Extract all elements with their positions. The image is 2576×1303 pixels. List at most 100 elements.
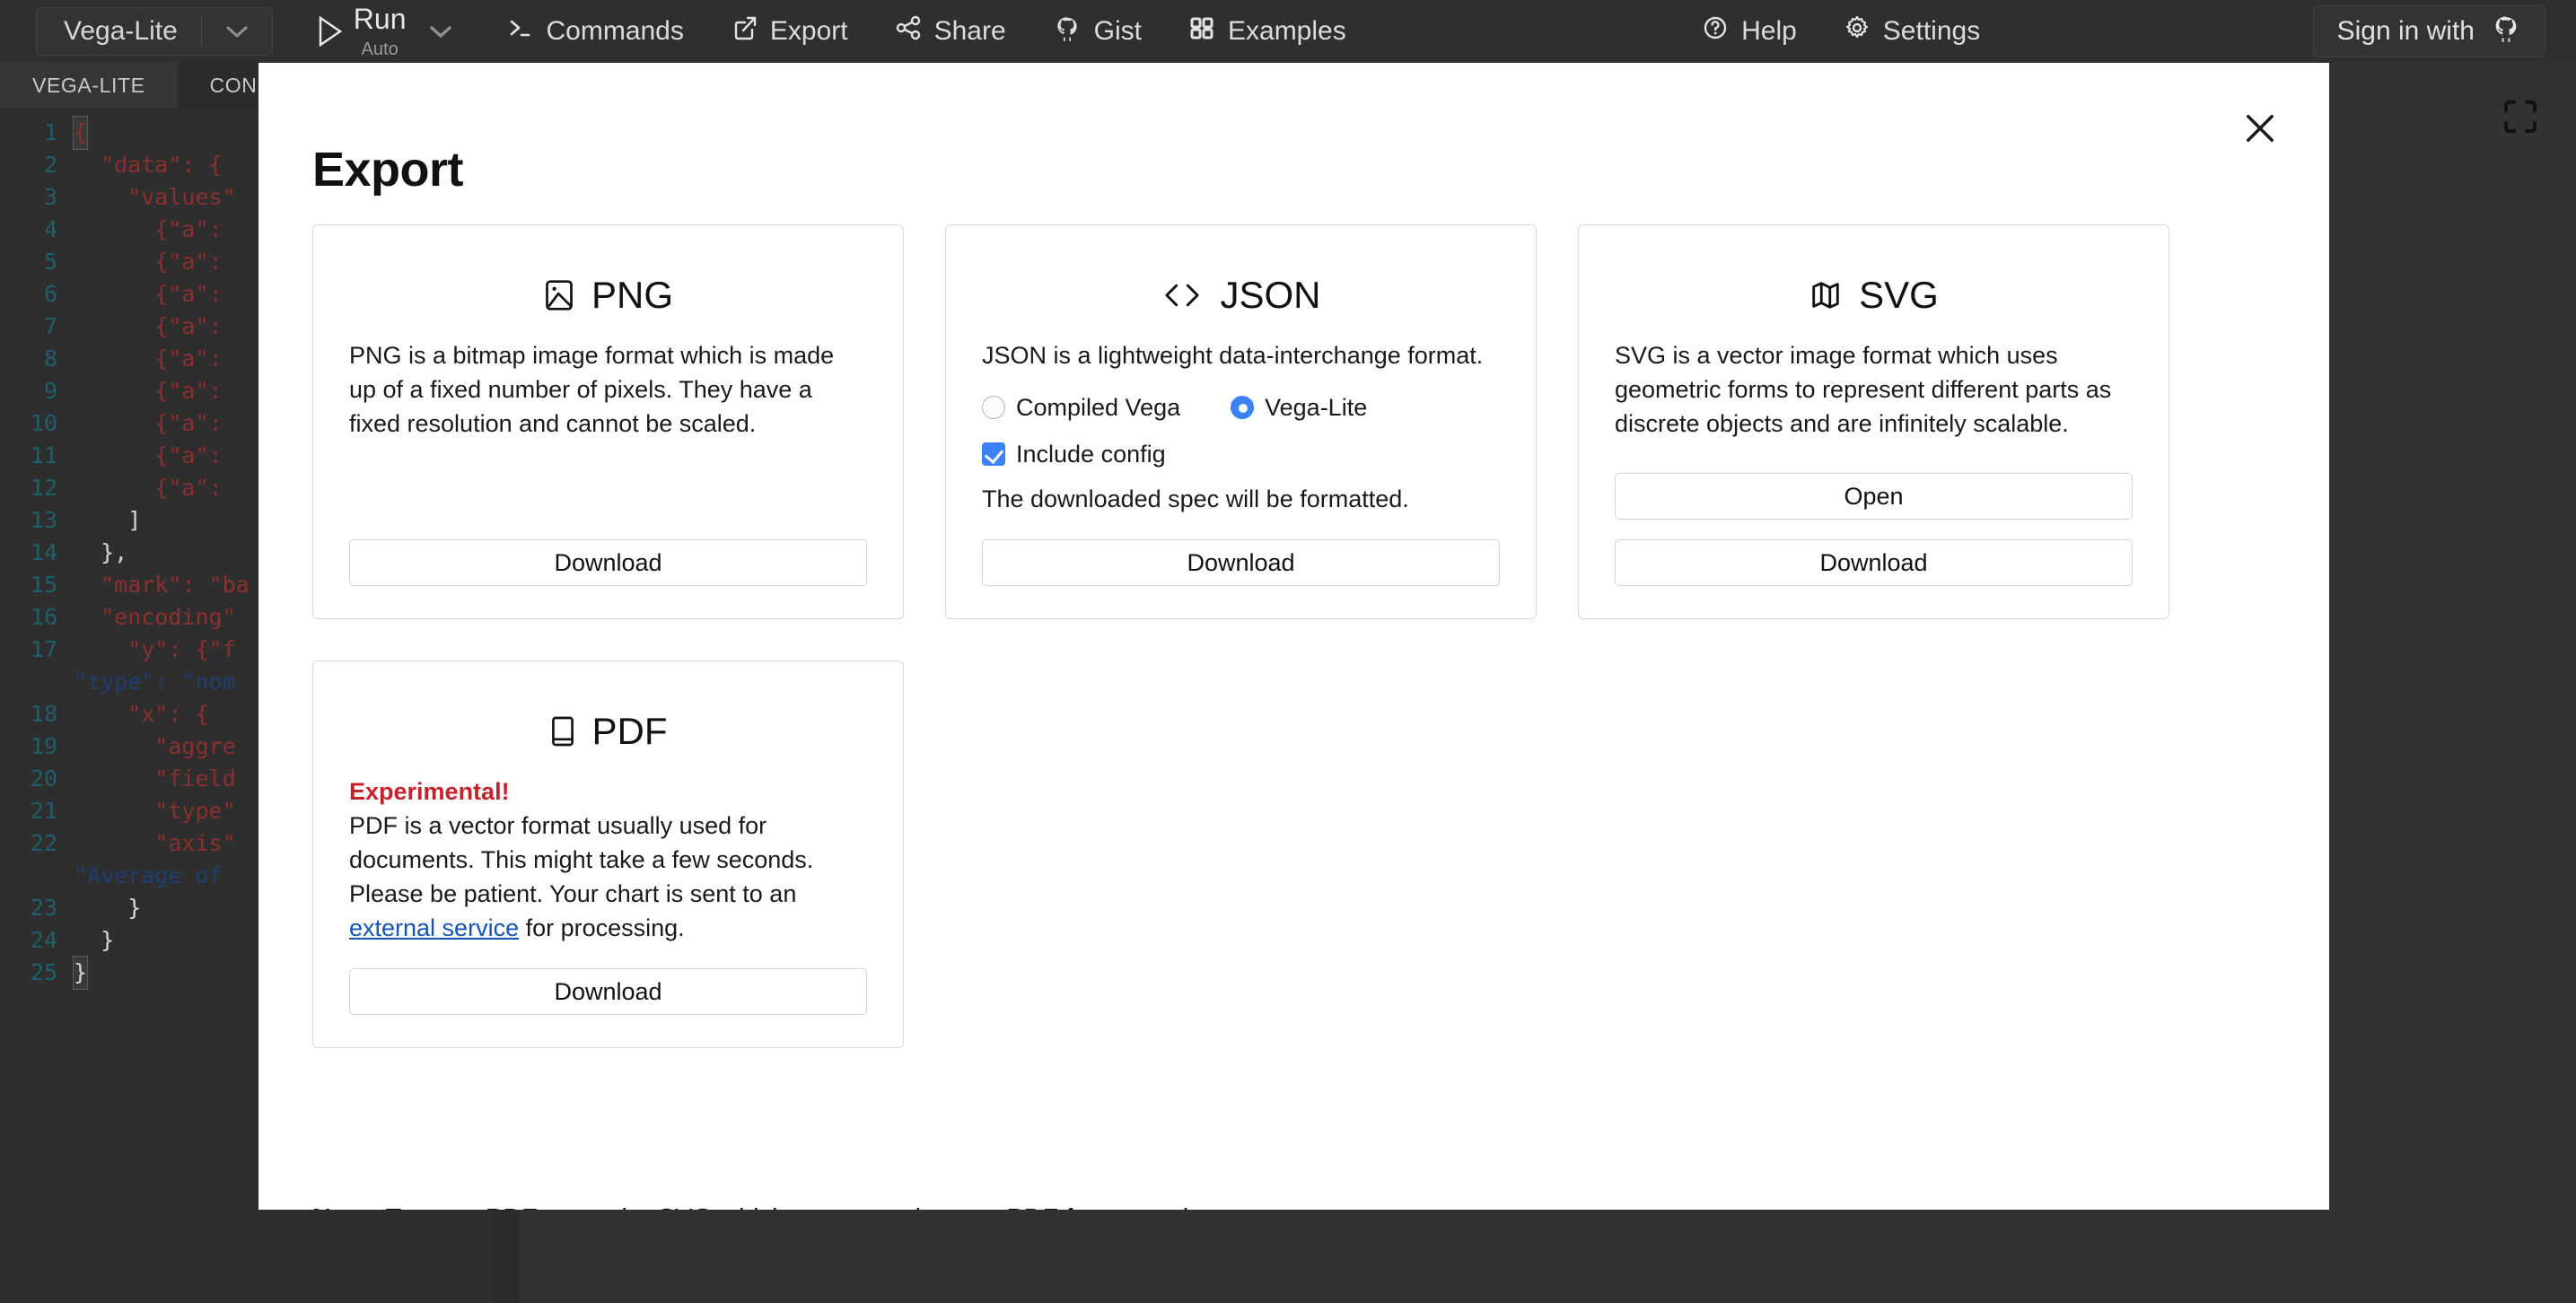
- share-button[interactable]: Share: [872, 0, 1030, 63]
- note-label: Note:: [312, 1204, 379, 1210]
- export-card-json: JSON JSON is a lightweight data-intercha…: [945, 224, 1537, 619]
- checkbox-include-config[interactable]: Include config: [982, 437, 1500, 471]
- line-text: "axis": [74, 830, 236, 856]
- grid-squares-icon: [1188, 14, 1215, 48]
- radio-compiled-vega[interactable]: Compiled Vega: [982, 390, 1180, 424]
- top-toolbar: Vega-Lite Run Auto Commands Export Share…: [0, 0, 2576, 63]
- card-description-png: PNG is a bitmap image format which is ma…: [349, 342, 835, 437]
- examples-label: Examples: [1228, 16, 1346, 46]
- sign-in-label: Sign in with: [2336, 16, 2475, 46]
- play-icon: [316, 15, 343, 48]
- terminal-prompt-icon: [506, 14, 533, 48]
- line-number: 10: [30, 410, 57, 436]
- examples-button[interactable]: Examples: [1165, 0, 1370, 63]
- line-number: 18: [30, 701, 57, 727]
- png-download-button[interactable]: Download: [349, 539, 867, 586]
- line-number: [0, 666, 74, 698]
- settings-button[interactable]: Settings: [1820, 0, 2003, 63]
- line-text: {"a":: [74, 281, 236, 307]
- gear-icon: [1844, 14, 1871, 48]
- pdf-download-button[interactable]: Download: [349, 968, 867, 1015]
- line-number: 20: [30, 765, 57, 791]
- run-button[interactable]: Run Auto: [316, 0, 453, 63]
- chevron-down-icon[interactable]: [429, 24, 452, 39]
- checkbox-label: Include config: [1016, 441, 1166, 468]
- line-text: {"a":: [74, 410, 236, 436]
- help-button[interactable]: Help: [1678, 0, 1820, 63]
- line-text: }: [74, 895, 142, 921]
- radio-indicator-selected[interactable]: [1231, 396, 1255, 419]
- image-icon: [543, 277, 575, 313]
- line-number: 21: [30, 798, 57, 824]
- run-labels: Run Auto: [354, 4, 407, 58]
- line-text: }: [74, 927, 115, 953]
- card-header-png: PNG: [349, 252, 867, 338]
- question-circle-icon: [1702, 14, 1729, 48]
- line-number: 6: [43, 281, 57, 307]
- radio-label: Compiled Vega: [1016, 394, 1181, 421]
- json-download-button[interactable]: Download: [982, 539, 1500, 586]
- line-text: {"a":: [74, 345, 236, 372]
- card-description-pdf: Experimental! PDF is a vector format usu…: [349, 774, 867, 945]
- code-brackets-icon: [1161, 279, 1204, 311]
- help-label: Help: [1741, 16, 1797, 46]
- json-format-radio-group: Compiled Vega Vega-Lite: [982, 390, 1500, 424]
- gist-label: Gist: [1093, 16, 1142, 46]
- line-text: {"a":: [74, 313, 236, 339]
- line-text: "Average of: [74, 862, 236, 888]
- card-header-svg: SVG: [1615, 252, 2133, 338]
- line-text: ]: [74, 507, 142, 533]
- chevron-down-icon[interactable]: [202, 24, 272, 39]
- line-number: 23: [30, 895, 57, 921]
- card-title-pdf: PDF: [591, 710, 668, 752]
- card-header-pdf: PDF: [349, 688, 867, 774]
- pdf-desc-after-link: for processing.: [519, 914, 685, 941]
- card-description-json: JSON is a lightweight data-interchange f…: [982, 338, 1500, 516]
- svg-download-button[interactable]: Download: [1615, 539, 2133, 586]
- radio-vega-lite[interactable]: Vega-Lite: [1231, 390, 1367, 424]
- line-text: "values": [74, 184, 236, 210]
- export-card-png: PNG PNG is a bitmap image format which i…: [312, 224, 904, 619]
- external-service-link[interactable]: external service: [349, 914, 519, 941]
- card-header-json: JSON: [982, 252, 1500, 338]
- radio-indicator[interactable]: [982, 396, 1005, 419]
- tab-vega-lite[interactable]: VEGA-LITE: [0, 63, 178, 109]
- book-icon: [549, 714, 576, 748]
- line-number: 3: [43, 184, 57, 210]
- line-text: "encoding": [74, 604, 236, 630]
- svg-open-button[interactable]: Open: [1615, 473, 2133, 520]
- line-text: {"a":: [74, 216, 236, 242]
- line-number: 8: [43, 345, 57, 372]
- gist-button[interactable]: Gist: [1030, 0, 1165, 63]
- line-text: "field: [74, 765, 236, 791]
- close-icon[interactable]: [2232, 101, 2288, 156]
- pdf-desc-before-link: PDF is a vector format usually used for …: [349, 812, 814, 907]
- line-text: "mark": "ba: [74, 572, 250, 598]
- line-number: 13: [30, 507, 57, 533]
- line-number: 2: [43, 152, 57, 178]
- line-number: 15: [30, 572, 57, 598]
- line-text: "type": [74, 798, 236, 824]
- checkbox-indicator-checked[interactable]: [982, 442, 1005, 466]
- line-number: 22: [30, 830, 57, 856]
- commands-button[interactable]: Commands: [483, 0, 706, 63]
- map-icon: [1809, 278, 1843, 312]
- line-number: 9: [43, 378, 57, 404]
- fullscreen-expand-icon[interactable]: [2501, 97, 2540, 136]
- share-label: Share: [933, 16, 1006, 46]
- mode-select-label: Vega-Lite: [64, 16, 178, 46]
- line-number: 5: [43, 249, 57, 275]
- line-number: 1: [43, 119, 57, 145]
- modal-footer-note: Note: To get a PDF, open the SVG which y…: [312, 1204, 1281, 1210]
- sign-in-with-github-button[interactable]: Sign in with: [2312, 5, 2545, 57]
- export-card-pdf: PDF Experimental! PDF is a vector format…: [312, 660, 904, 1048]
- line-text: },: [74, 539, 128, 565]
- export-format-cards: PNG PNG is a bitmap image format which i…: [312, 224, 2217, 1048]
- mode-select[interactable]: Vega-Lite: [36, 7, 273, 56]
- line-number: 14: [30, 539, 57, 565]
- settings-label: Settings: [1882, 16, 1981, 46]
- export-button[interactable]: Export: [707, 0, 872, 63]
- line-text: "type": "nom: [74, 669, 236, 695]
- export-modal: Export PNG PNG is a bitmap image format …: [258, 63, 2329, 1210]
- line-text: "x": {: [74, 701, 209, 727]
